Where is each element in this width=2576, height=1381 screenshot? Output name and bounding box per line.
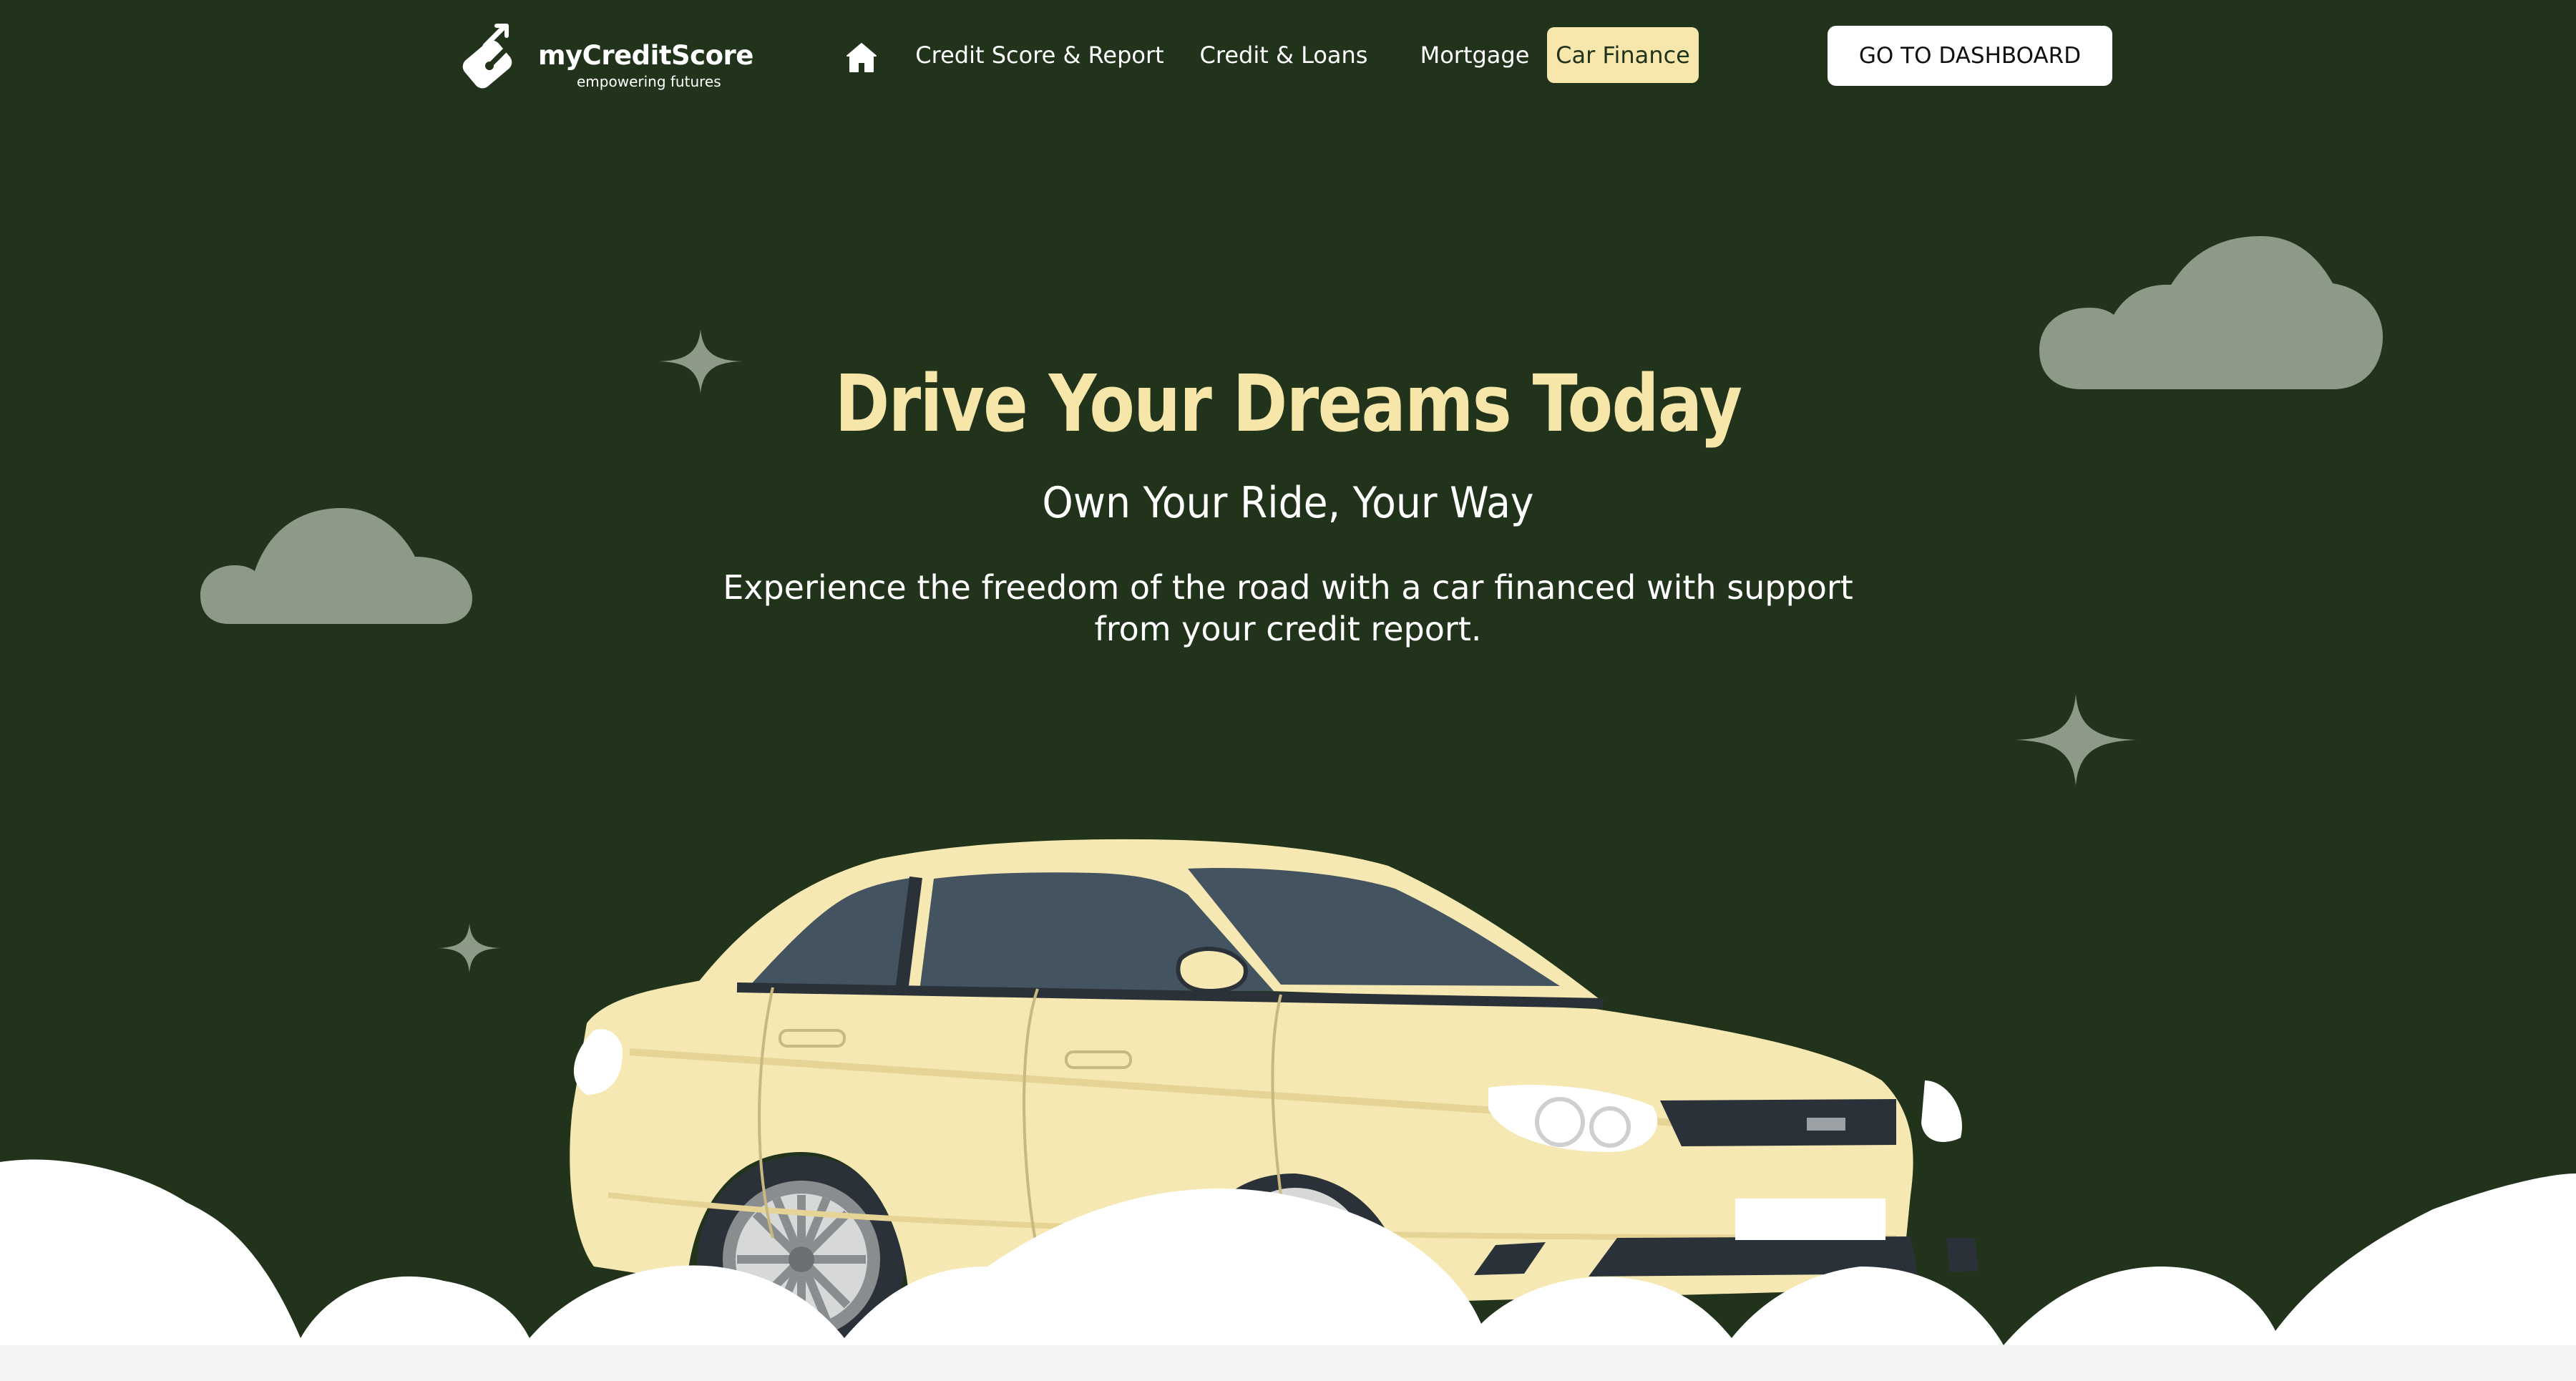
hero-description: Experience the freedom of the road with … xyxy=(723,568,1853,648)
go-to-dashboard-button[interactable]: GO TO DASHBOARD xyxy=(1828,26,2112,86)
nav-credit-loans[interactable]: Credit & Loans xyxy=(1195,27,1372,83)
hero-subtitle: Own Your Ride, Your Way xyxy=(1042,478,1534,528)
cloud-icon xyxy=(0,1159,2576,1381)
home-icon[interactable] xyxy=(844,40,879,74)
main-nav: Credit Score & Report Credit & Loans Mor… xyxy=(0,27,2576,84)
nav-car-finance[interactable]: Car Finance xyxy=(1547,27,1699,83)
car-finance-page: myCreditScore empowering futures Credit … xyxy=(0,0,2576,1381)
sparkle-star-icon xyxy=(438,923,501,973)
hero-title: Drive Your Dreams Today xyxy=(834,358,1742,449)
nav-credit-score-report[interactable]: Credit Score & Report xyxy=(907,27,1172,83)
nav-mortgage[interactable]: Mortgage xyxy=(1401,27,1548,83)
sparkle-star-icon xyxy=(2015,694,2137,786)
